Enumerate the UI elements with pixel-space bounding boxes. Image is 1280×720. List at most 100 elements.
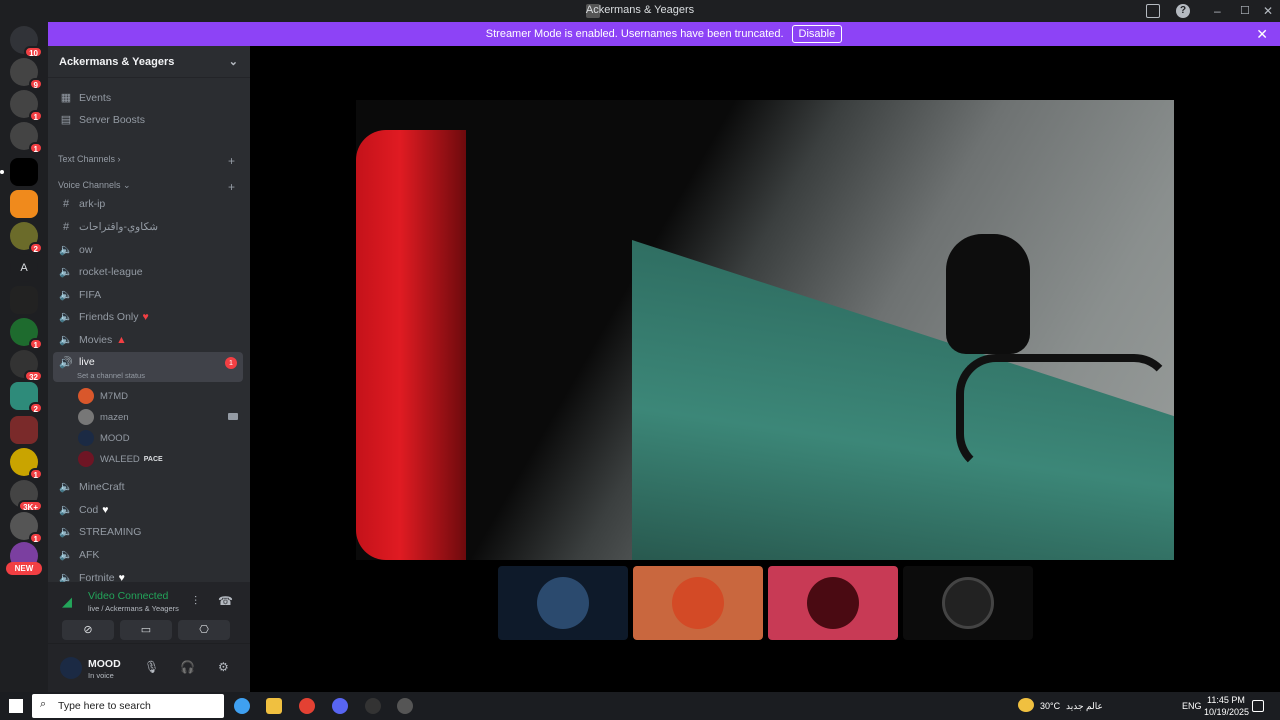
folder-icon[interactable] — [266, 698, 282, 714]
server-badge: 1 — [28, 532, 43, 544]
category-text-channels[interactable]: Text Channels › + — [58, 154, 248, 168]
speaker-icon: 🔈 — [59, 311, 73, 323]
clock-time[interactable]: 11:45 PM — [1207, 695, 1245, 705]
participant-tile[interactable] — [498, 566, 628, 640]
taskbar: ⌕ Type here to search 30°C عالم جديد ENG… — [0, 692, 1280, 720]
voice-member[interactable]: mazen — [78, 408, 129, 426]
channel-ow[interactable]: 🔈 ow — [53, 239, 243, 260]
mention-badge: 1 — [225, 357, 237, 369]
server-letter-icon[interactable]: A — [10, 254, 38, 282]
participant-tile[interactable] — [768, 566, 898, 640]
server-icon[interactable]: 1 — [10, 448, 43, 480]
server-icon[interactable]: 2 — [10, 222, 43, 254]
notification-icon[interactable] — [1252, 700, 1264, 712]
mic-arm-shape — [956, 354, 1174, 474]
events-item[interactable]: ▦ Events — [53, 87, 243, 108]
avatar — [672, 577, 724, 629]
inbox-icon[interactable] — [1146, 4, 1160, 18]
channel-status[interactable]: Set a channel status — [77, 371, 145, 380]
app-icon[interactable] — [365, 698, 381, 714]
activity-button[interactable]: ⎔ — [178, 620, 230, 640]
server-icon[interactable]: 1 — [10, 318, 43, 350]
channel-label: Friends Only — [79, 310, 139, 323]
server-icon[interactable] — [10, 158, 38, 186]
server-badge: 1 — [28, 338, 43, 350]
server-icon[interactable]: 1 — [10, 90, 43, 122]
participant-tile[interactable] — [633, 566, 763, 640]
voice-member[interactable]: M7MD — [78, 387, 128, 405]
server-icon[interactable]: 3K+ — [10, 480, 43, 512]
disconnect-icon[interactable]: ☎ — [218, 594, 233, 608]
channel-movies[interactable]: 🔈 Movies ▲ — [53, 329, 243, 350]
channel-fifa[interactable]: 🔈 FIFA — [53, 284, 243, 305]
camera-off-button[interactable]: ⊘ — [62, 620, 114, 640]
speaker-icon: 🔊 — [59, 357, 73, 369]
microphone-icon[interactable]: 🎙 — [144, 660, 159, 674]
server-icon[interactable]: 2 — [10, 382, 43, 414]
copilot-icon[interactable] — [234, 698, 250, 714]
server-icon[interactable] — [10, 416, 38, 444]
server-badge: 1 — [28, 110, 43, 122]
channel-minecraft[interactable]: 🔈 MineCraft — [53, 476, 243, 497]
channel-streaming[interactable]: 🔈 STREAMING — [53, 521, 243, 542]
category-label: Voice Channels — [58, 180, 121, 190]
gear-icon[interactable]: ⚙ — [218, 660, 229, 674]
channel-ark-ip[interactable]: # ark-ip — [53, 193, 243, 214]
voice-member[interactable]: WALEED PACE — [78, 450, 163, 468]
server-icon[interactable]: 32 — [10, 350, 43, 382]
avatar — [807, 577, 859, 629]
red-chair-shape — [356, 130, 466, 560]
voice-status-subtitle[interactable]: live / Ackermans & Yeagers — [88, 604, 179, 613]
chevron-down-icon: ⌄ — [228, 56, 238, 68]
screen-share-button[interactable]: ▭ — [120, 620, 172, 640]
stream-video[interactable] — [356, 100, 1174, 560]
channel-afk[interactable]: 🔈 AFK — [53, 544, 243, 565]
home-button[interactable]: 10 — [10, 26, 43, 58]
speaker-icon: 🔈 — [59, 334, 73, 346]
maximize-icon[interactable]: ☐ — [1240, 4, 1254, 18]
voice-member[interactable]: MOOD — [78, 429, 130, 447]
speaker-icon: 🔈 — [59, 526, 73, 538]
speaker-icon: 🔈 — [59, 244, 73, 256]
language-indicator[interactable]: ENG — [1182, 701, 1202, 711]
camera-icon — [942, 577, 994, 629]
settings-icon[interactable] — [397, 698, 413, 714]
heart-icon: ♥ — [102, 503, 109, 516]
signal-icon[interactable]: ◢ — [62, 594, 72, 610]
channel-rocket-league[interactable]: 🔈 rocket-league — [53, 261, 243, 282]
help-icon[interactable]: ? — [1176, 4, 1190, 18]
windows-start-icon[interactable] — [9, 699, 23, 713]
minimize-icon[interactable]: – — [1214, 4, 1228, 18]
participant-tile[interactable] — [903, 566, 1033, 640]
server-icon[interactable]: 1 — [10, 512, 43, 544]
server-icon[interactable]: 9 — [10, 58, 43, 90]
member-name: M7MD — [100, 390, 128, 402]
server-icon[interactable] — [10, 286, 38, 314]
discord-icon[interactable] — [332, 698, 348, 714]
headphones-icon[interactable]: 🎧 — [180, 660, 195, 674]
noise-suppression-icon[interactable]: ⫶ — [194, 594, 197, 609]
channel-friends-only[interactable]: 🔈 Friends Only ♥ — [53, 306, 243, 327]
search-placeholder: Type here to search — [58, 700, 151, 712]
server-boosts-item[interactable]: ▤ Server Boosts — [53, 109, 243, 130]
close-window-icon[interactable]: ✕ — [1263, 4, 1277, 18]
weather-icon[interactable] — [1018, 698, 1034, 712]
disable-streamer-mode-button[interactable]: Disable — [791, 25, 843, 43]
chrome-icon[interactable] — [299, 698, 315, 714]
avatar[interactable] — [60, 657, 82, 679]
close-banner-icon[interactable]: ✕ — [1256, 26, 1268, 43]
add-channel-icon[interactable]: + — [228, 180, 235, 194]
add-channel-icon[interactable]: + — [228, 154, 235, 168]
channel-cod[interactable]: 🔈 Cod ♥ — [53, 499, 243, 520]
channel-complaints[interactable]: # شكاوي-واقتراحات — [53, 216, 243, 237]
voice-status-title[interactable]: Video Connected — [88, 590, 168, 602]
category-voice-channels[interactable]: Voice Channels ⌄ + — [58, 180, 248, 194]
server-icon[interactable]: 1 — [10, 122, 43, 154]
channel-live[interactable]: 🔊 live Set a channel status 1 — [53, 352, 243, 382]
server-header[interactable]: Ackermans & Yeagers ⌄ — [48, 46, 250, 78]
server-icon[interactable] — [10, 190, 38, 218]
taskbar-search[interactable]: ⌕ Type here to search — [32, 694, 224, 718]
clock-date[interactable]: 10/19/2025 — [1204, 707, 1249, 717]
streamer-mode-banner: Streamer Mode is enabled. Usernames have… — [48, 22, 1280, 46]
weather-temp[interactable]: 30°C — [1040, 701, 1060, 711]
